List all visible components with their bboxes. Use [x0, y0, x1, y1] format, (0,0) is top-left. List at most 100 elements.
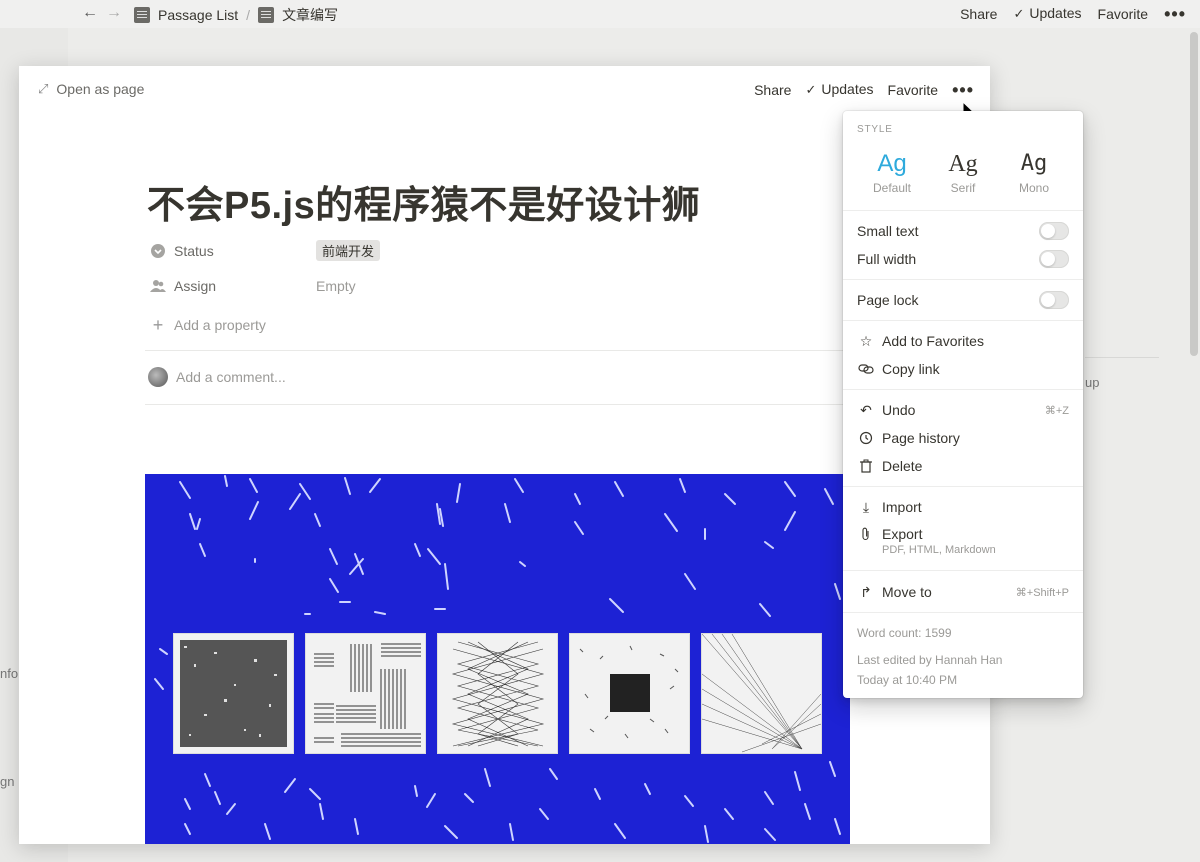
menu-divider [843, 570, 1083, 571]
menu-item-small-text[interactable]: Small text [857, 219, 1069, 243]
move-arrow-icon: ↱ [860, 583, 872, 600]
menu-item-label: Small text [857, 223, 919, 239]
open-as-page-label: Open as page [56, 81, 145, 97]
back-arrow-icon[interactable]: ← [82, 4, 98, 22]
menu-item-label: Undo [882, 402, 916, 418]
menu-divider [843, 279, 1083, 280]
menu-item-label: Move to [882, 584, 932, 600]
breadcrumb-separator: / [246, 7, 251, 23]
history-icon [857, 429, 875, 447]
divider [145, 404, 865, 405]
menu-item-export[interactable]: Export [857, 522, 1069, 546]
word-count: Word count: 1599 [857, 626, 952, 640]
background-text-fragment: gn [0, 774, 15, 789]
small-text-toggle[interactable] [1039, 222, 1069, 240]
menu-divider [843, 320, 1083, 321]
favorite-button[interactable]: Favorite [1098, 6, 1149, 22]
menu-divider [843, 210, 1083, 211]
favorite-button[interactable]: Favorite [888, 82, 939, 98]
import-icon: ⤓ [862, 498, 870, 515]
menu-item-import[interactable]: ⤓ Import [857, 495, 1069, 519]
property-status[interactable]: Status 前端开发 [150, 240, 381, 261]
style-label: Serif [950, 181, 976, 195]
menu-item-full-width[interactable]: Full width [857, 247, 1069, 271]
comment-input[interactable]: Add a comment... [148, 367, 286, 387]
comment-placeholder: Add a comment... [176, 369, 286, 385]
menu-item-delete[interactable]: Delete [857, 454, 1069, 478]
star-icon: ☆ [859, 332, 873, 349]
menu-divider [843, 389, 1083, 390]
property-assign[interactable]: Assign Empty [150, 278, 356, 294]
artwork-thumbnail [305, 633, 426, 754]
updates-button[interactable]: ✓ Updates [805, 81, 873, 98]
share-button[interactable]: Share [960, 6, 997, 22]
check-icon: ✓ [805, 82, 817, 97]
page-title[interactable]: 不会P5.js的程序猿不是好设计狮 [147, 174, 700, 229]
menu-divider [843, 486, 1083, 487]
expand-icon: ⤢ [38, 81, 49, 96]
more-dots-icon[interactable]: ••• [1164, 5, 1186, 23]
more-dots-icon[interactable]: ••• [952, 81, 974, 99]
last-edited-time: Today at 10:40 PM [857, 673, 958, 687]
avatar [148, 367, 168, 387]
menu-item-label: Export [882, 526, 923, 542]
artwork-thumbnail [569, 633, 690, 754]
style-label: Default [872, 181, 912, 195]
menu-item-label: Page history [882, 430, 960, 446]
style-label: Mono [1018, 181, 1050, 195]
font-style-picker: Ag Default Ag Serif Ag Mono [857, 149, 1069, 195]
top-bar: ← → Passage List / 文章编写 Share ✓ Updates F… [0, 0, 1200, 28]
artwork-thumbnail [437, 633, 558, 754]
open-as-page-button[interactable]: ⤢ Open as page [38, 81, 144, 97]
undo-icon: ↶ [860, 401, 872, 418]
page-lock-toggle[interactable] [1039, 291, 1069, 309]
artwork-thumbnail [701, 633, 822, 754]
breadcrumb-current-page[interactable]: 文章编写 [282, 5, 338, 25]
menu-item-page-lock[interactable]: Page lock [857, 288, 1069, 312]
background-scrollbar[interactable] [1190, 32, 1198, 356]
style-option-serif[interactable]: Ag Serif [928, 149, 998, 195]
style-option-mono[interactable]: Ag Mono [999, 149, 1069, 195]
add-property-button[interactable]: + Add a property [150, 314, 266, 335]
share-button[interactable]: Share [754, 82, 791, 98]
page-icon [258, 7, 275, 23]
menu-item-copy-link[interactable]: Copy link [857, 357, 1069, 381]
breadcrumb: Passage List / 文章编写 [134, 5, 338, 25]
background-divider [1085, 357, 1159, 358]
property-name: Status [174, 242, 214, 259]
breadcrumb-passage-list[interactable]: Passage List [158, 7, 238, 23]
menu-divider [843, 612, 1083, 613]
full-width-toggle[interactable] [1039, 250, 1069, 268]
divider [145, 350, 865, 351]
style-preview: Ag [948, 151, 978, 177]
forward-arrow-icon[interactable]: → [106, 4, 122, 22]
people-icon [150, 278, 166, 294]
paperclip-icon [857, 525, 875, 543]
keyboard-shortcut: ⌘+Z [1044, 404, 1069, 417]
plus-icon: + [152, 314, 164, 335]
keyboard-shortcut: ⌘+Shift+P [1015, 586, 1069, 599]
updates-label: Updates [821, 81, 874, 97]
style-option-default[interactable]: Ag Default [857, 149, 927, 195]
artwork-thumbnail [173, 633, 294, 754]
status-badge[interactable]: 前端开发 [316, 240, 381, 261]
add-property-label: Add a property [174, 317, 266, 333]
updates-button[interactable]: ✓ Updates [1013, 5, 1081, 22]
style-section-label: STYLE [857, 124, 893, 135]
background-text-fragment: nfo [0, 666, 19, 681]
menu-item-label: Add to Favorites [882, 333, 984, 349]
trash-icon [857, 457, 875, 475]
menu-item-move-to[interactable]: ↱ Move to ⌘+Shift+P [857, 580, 1069, 604]
menu-item-add-favorites[interactable]: ☆ Add to Favorites [857, 329, 1069, 353]
menu-item-undo[interactable]: ↶ Undo ⌘+Z [857, 398, 1069, 422]
updates-label: Updates [1029, 5, 1082, 21]
property-value-empty[interactable]: Empty [316, 278, 356, 294]
property-name: Assign [174, 278, 217, 294]
style-preview: Ag [877, 150, 907, 177]
menu-item-label: Page lock [857, 292, 919, 308]
menu-item-label: Full width [857, 251, 917, 267]
cover-image [145, 474, 850, 844]
menu-item-page-history[interactable]: Page history [857, 426, 1069, 450]
check-icon: ✓ [1013, 6, 1025, 21]
modal-header: ⤢ Open as page Share ✓ Updates Favorite •… [19, 66, 990, 110]
